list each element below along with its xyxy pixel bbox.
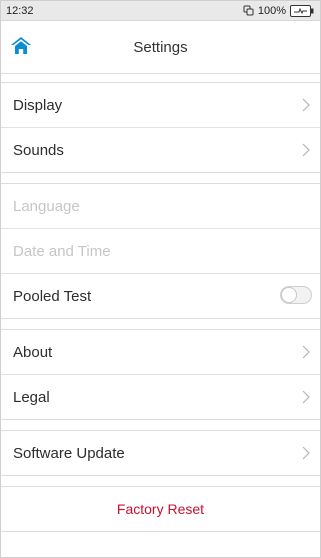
sync-icon bbox=[243, 5, 254, 16]
settings-item-label: Sounds bbox=[13, 141, 64, 159]
settings-item-label: Language bbox=[13, 197, 80, 215]
settings-item-software-update[interactable]: Software Update bbox=[1, 431, 320, 476]
toggle-knob bbox=[282, 288, 296, 302]
settings-screen: 12:32 100% Settings Display Sounds Langu… bbox=[0, 0, 321, 558]
section-gap bbox=[1, 319, 320, 330]
chevron-right-icon bbox=[302, 143, 310, 157]
status-bar: 12:32 100% bbox=[1, 1, 320, 21]
section-gap bbox=[1, 420, 320, 431]
factory-reset-button[interactable]: Factory Reset bbox=[1, 487, 320, 532]
settings-item-pooled-test: Pooled Test bbox=[1, 274, 320, 319]
settings-item-about[interactable]: About bbox=[1, 330, 320, 375]
header-bar: Settings bbox=[1, 21, 320, 74]
settings-item-language: Language bbox=[1, 184, 320, 229]
settings-item-label: Date and Time bbox=[13, 242, 111, 260]
chevron-right-icon bbox=[302, 446, 310, 460]
section-gap bbox=[1, 476, 320, 487]
status-indicators: 100% bbox=[243, 4, 314, 17]
section-gap bbox=[1, 173, 320, 184]
settings-item-label: About bbox=[13, 343, 53, 361]
chevron-right-icon bbox=[302, 390, 310, 404]
section-gap bbox=[1, 74, 320, 83]
pooled-test-toggle[interactable] bbox=[280, 286, 312, 304]
chevron-right-icon bbox=[302, 98, 310, 112]
settings-item-display[interactable]: Display bbox=[1, 83, 320, 128]
factory-reset-label: Factory Reset bbox=[116, 501, 205, 517]
settings-item-date-and-time: Date and Time bbox=[1, 229, 320, 274]
settings-item-label: Legal bbox=[13, 388, 50, 406]
page-title: Settings bbox=[133, 38, 188, 56]
settings-item-sounds[interactable]: Sounds bbox=[1, 128, 320, 173]
battery-charging-icon bbox=[290, 4, 314, 17]
battery-percent: 100% bbox=[257, 4, 286, 17]
chevron-right-icon bbox=[302, 345, 310, 359]
home-button[interactable] bbox=[10, 36, 32, 56]
settings-item-label: Software Update bbox=[13, 444, 125, 462]
settings-item-label: Display bbox=[13, 96, 63, 114]
status-time: 12:32 bbox=[6, 4, 34, 17]
home-icon bbox=[11, 37, 31, 54]
settings-item-legal[interactable]: Legal bbox=[1, 375, 320, 420]
settings-item-label: Pooled Test bbox=[13, 287, 92, 305]
